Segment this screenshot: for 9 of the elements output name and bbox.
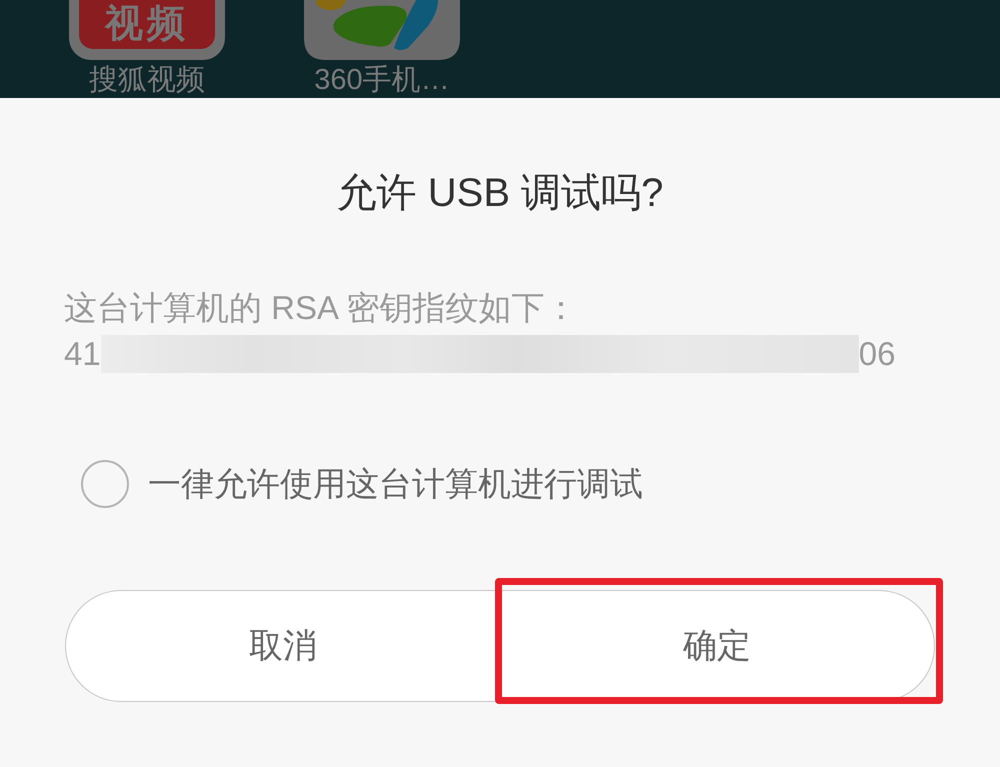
message-text: 这台计算机的 RSA 密钥指纹如下：	[64, 288, 578, 328]
checkbox-label: 一律允许使用这台计算机进行调试	[148, 464, 643, 504]
app-icon[interactable]	[304, 0, 460, 60]
fingerprint-start: 41	[64, 334, 101, 374]
app-label: 360手机…	[314, 64, 450, 96]
fingerprint-end: 06	[858, 334, 896, 374]
dialog-title: 允许 USB 调试吗?	[336, 170, 664, 217]
app-label: 搜狐视频	[89, 64, 205, 96]
app-icon-text: 视频	[105, 3, 189, 45]
